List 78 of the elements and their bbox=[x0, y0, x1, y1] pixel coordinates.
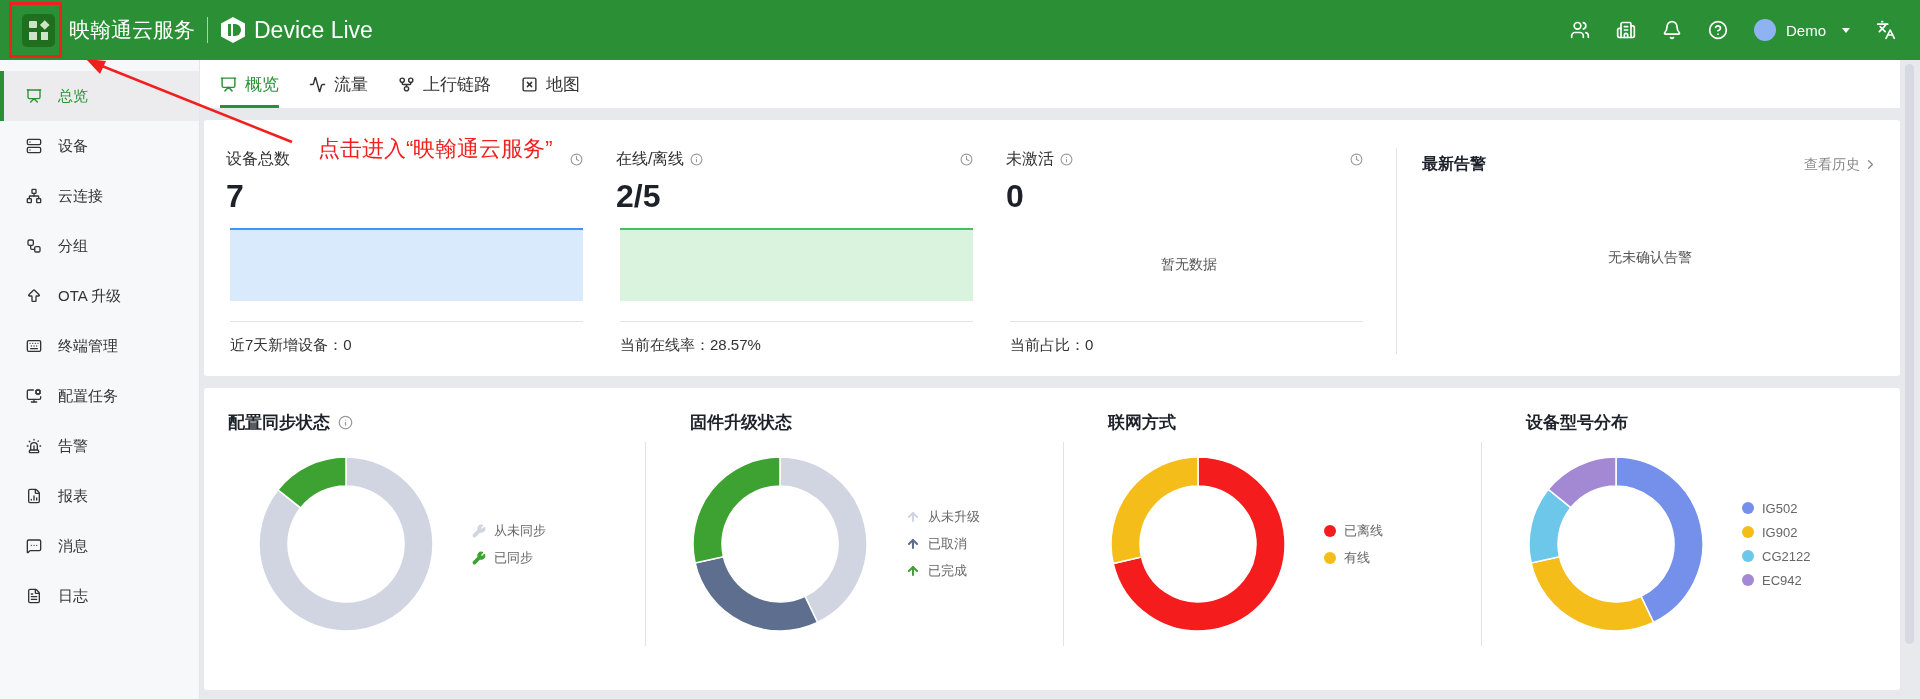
siren-icon bbox=[26, 438, 42, 454]
stat-value: 2/5 bbox=[616, 178, 662, 216]
stat-title: 在线/离线 bbox=[616, 148, 685, 169]
chart-title: 联网方式 bbox=[1108, 411, 1176, 434]
sidebar-item[interactable]: 报表 bbox=[0, 471, 199, 521]
sidebar-item[interactable]: 消息 bbox=[0, 521, 199, 571]
screen-chart-icon bbox=[220, 75, 237, 93]
legend-label: 从未升级 bbox=[928, 508, 980, 526]
avatar-icon bbox=[1754, 19, 1776, 41]
users-icon[interactable] bbox=[1570, 20, 1590, 40]
user-menu[interactable]: Demo bbox=[1754, 19, 1850, 41]
stat-footer: 当前在线率：28.57% bbox=[620, 336, 761, 353]
empty-text: 暂无数据 bbox=[1160, 255, 1217, 274]
chat-bubble-icon bbox=[26, 538, 42, 554]
tab[interactable]: 地图 bbox=[521, 60, 580, 108]
chart-document-icon bbox=[26, 488, 42, 504]
legend-label: IG902 bbox=[1762, 524, 1798, 540]
network-icon bbox=[26, 188, 42, 204]
chart-title: 设备型号分布 bbox=[1526, 411, 1628, 434]
monitor-gear-icon bbox=[26, 388, 42, 404]
app-grid-logo[interactable] bbox=[22, 13, 55, 47]
up-arrow-icon bbox=[26, 288, 42, 304]
stat-title: 未激活 bbox=[1006, 148, 1054, 169]
stat-title: 设备总数 bbox=[226, 148, 290, 169]
translate-icon[interactable] bbox=[1876, 20, 1896, 40]
legend-label: IG502 bbox=[1762, 500, 1798, 516]
tab[interactable]: 上行链路 bbox=[398, 60, 491, 108]
sidebar-item[interactable]: 设备 bbox=[0, 121, 199, 171]
clock-icon[interactable] bbox=[960, 152, 973, 166]
sidebar-item[interactable]: 日志 bbox=[0, 571, 199, 621]
sidebar-item[interactable]: 告警 bbox=[0, 421, 199, 471]
tab[interactable]: 概览 bbox=[220, 60, 279, 108]
bell-icon[interactable] bbox=[1662, 20, 1682, 40]
hexagon-logo-icon bbox=[220, 16, 246, 44]
stat-footer: 当前占比：0 bbox=[1010, 336, 1094, 353]
sidebar-item[interactable]: 配置任务 bbox=[0, 371, 199, 421]
sidebar-item[interactable]: OTA 升级 bbox=[0, 271, 199, 321]
chart-title: 配置同步状态 bbox=[228, 411, 330, 434]
chart-title: 固件升级状态 bbox=[690, 411, 792, 434]
tab[interactable]: 流量 bbox=[309, 60, 368, 108]
stat-value: 0 bbox=[1006, 178, 1025, 216]
help-icon[interactable] bbox=[1708, 20, 1728, 40]
legend-label: 已取消 bbox=[928, 535, 967, 553]
caret-icon bbox=[1842, 27, 1850, 33]
document-icon bbox=[26, 588, 42, 604]
legend-label: 已同步 bbox=[494, 548, 533, 567]
info-icon[interactable] bbox=[338, 414, 353, 430]
empty-text: 无未确认告警 bbox=[1608, 249, 1692, 265]
stat-value: 7 bbox=[226, 178, 245, 216]
info-icon[interactable] bbox=[1060, 152, 1073, 166]
sidebar-item[interactable]: 总览 bbox=[0, 71, 199, 121]
pulse-icon bbox=[309, 75, 326, 93]
clock-icon[interactable] bbox=[1350, 152, 1363, 166]
server-icon bbox=[26, 138, 42, 154]
legend-label: 从未同步 bbox=[494, 521, 546, 540]
history-link[interactable]: 查看历史 bbox=[1804, 155, 1878, 174]
legend-label: 已完成 bbox=[928, 562, 967, 580]
product-name: 映翰通云服务 bbox=[69, 17, 195, 43]
sidebar-item[interactable]: 终端管理 bbox=[0, 321, 199, 371]
screen-chart-icon bbox=[26, 88, 42, 104]
square-cross-icon bbox=[521, 75, 538, 93]
legend-label: EC942 bbox=[1762, 572, 1802, 588]
building-icon[interactable] bbox=[1616, 20, 1636, 40]
annotation-text: 点击进入“映翰通云服务” bbox=[318, 135, 553, 163]
hierarchy-icon bbox=[26, 238, 42, 254]
section-title: 最新告警 bbox=[1422, 154, 1486, 174]
legend-label: 有线 bbox=[1344, 548, 1370, 567]
stat-footer: 近7天新增设备：0 bbox=[230, 336, 352, 353]
legend-label: CG2122 bbox=[1762, 548, 1811, 564]
sidebar-item[interactable]: 分组 bbox=[0, 221, 199, 271]
fork-icon bbox=[398, 75, 415, 93]
clock-icon[interactable] bbox=[570, 152, 583, 166]
legend-label: 已离线 bbox=[1344, 521, 1383, 540]
keyboard-icon bbox=[26, 338, 42, 354]
sidebar-item[interactable]: 云连接 bbox=[0, 171, 199, 221]
app-name: Device Live bbox=[254, 16, 373, 44]
highlight-frame bbox=[9, 2, 62, 58]
info-icon[interactable] bbox=[690, 152, 704, 166]
